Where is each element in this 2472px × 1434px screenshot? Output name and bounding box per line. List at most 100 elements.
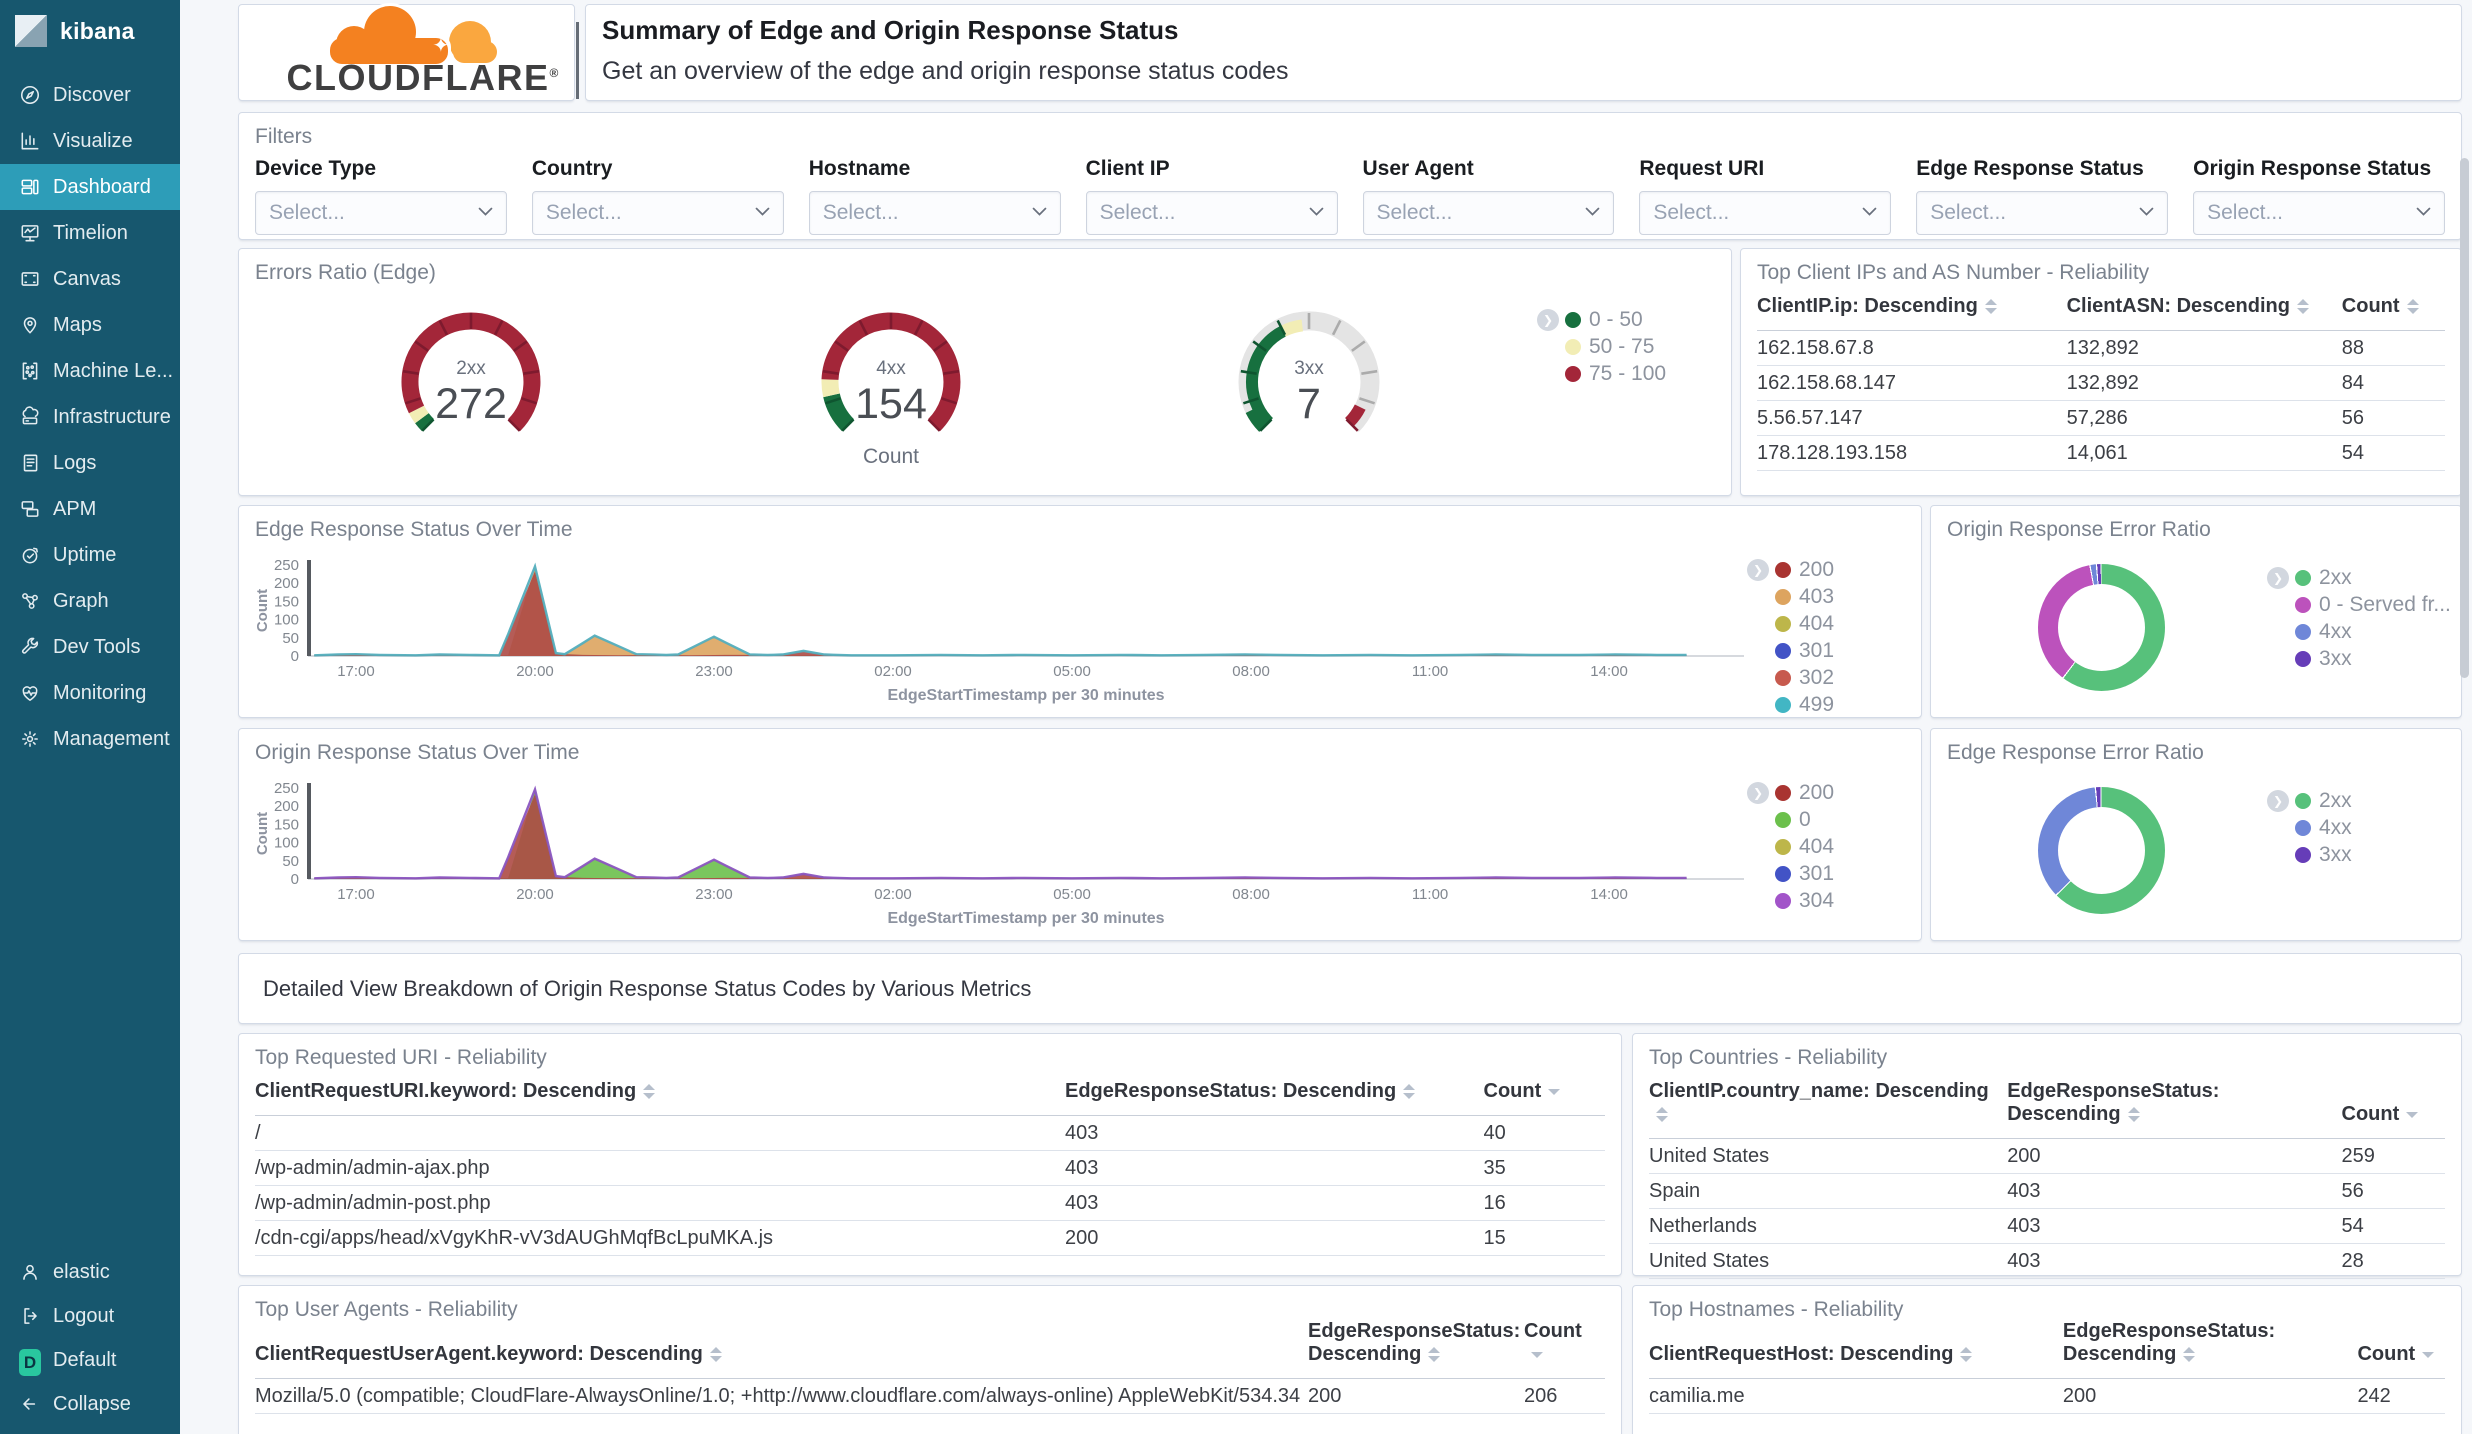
origin-time-panel-legend: ❯ 200 0 404 301 304 [1747, 779, 1834, 914]
sidebar-item-elastic[interactable]: elastic [0, 1250, 180, 1294]
table-cell: 403 [1065, 1115, 1484, 1151]
filter-select-edge-response-status[interactable]: Select... [1916, 191, 2169, 235]
sidebar-item-label: Logs [53, 451, 97, 474]
column-header-edgeresponsestatus-descending[interactable]: EdgeResponseStatus: Descending [1065, 1080, 1484, 1116]
machine-learning-icon [19, 360, 41, 382]
column-header-clientrequesturi-keyword-descending[interactable]: ClientRequestURI.keyword: Descending [255, 1080, 1065, 1116]
sidebar-item-management[interactable]: Management [0, 716, 180, 762]
sidebar-item-maps[interactable]: Maps [0, 302, 180, 348]
legend-color-dot [1775, 784, 1791, 801]
sidebar-item-default[interactable]: D Default [0, 1338, 180, 1382]
table-row: United States 403 28 [1649, 1243, 2445, 1279]
legend-expand-icon[interactable]: ❯ [2267, 566, 2289, 589]
sidebar-item-canvas[interactable]: Canvas [0, 256, 180, 302]
sidebar-item-collapse[interactable]: Collapse [0, 1382, 180, 1426]
table-cell: 35 [1483, 1150, 1605, 1186]
legend-item-499[interactable]: 499 [1775, 691, 1834, 718]
column-header-clientrequesthost-descending[interactable]: ClientRequestHost: Descending [1649, 1320, 2063, 1379]
column-header-clientrequestuseragent-keyword-descending[interactable]: ClientRequestUserAgent.keyword: Descendi… [255, 1320, 1308, 1379]
filter-select-client-ip[interactable]: Select... [1085, 191, 1338, 235]
sidebar-item-logs[interactable]: Logs [0, 440, 180, 486]
svg-text:Count: Count [254, 589, 271, 632]
sidebar-item-monitoring[interactable]: Monitoring [0, 670, 180, 716]
sidebar-item-apm[interactable]: APM [0, 486, 180, 532]
legend-item-404[interactable]: 404 [1775, 610, 1834, 637]
scrollbar-thumb[interactable] [2460, 158, 2469, 678]
sidebar-item-uptime[interactable]: Uptime [0, 532, 180, 578]
sidebar-item-timelion[interactable]: Timelion [0, 210, 180, 256]
legend-item-0[interactable]: 0 [1775, 806, 1834, 833]
legend-item-301[interactable]: 301 [1775, 637, 1834, 664]
legend-item-0-served-fr[interactable]: 0 - Served fr... [2295, 591, 2451, 618]
sidebar-item-visualize[interactable]: Visualize [0, 118, 180, 164]
svg-text:EdgeStartTimestamp per 30 minu: EdgeStartTimestamp per 30 minutes [887, 910, 1164, 927]
origin-error-ratio-donut[interactable] [2038, 564, 2165, 691]
legend-item-4xx[interactable]: 4xx [2295, 814, 2352, 841]
sidebar-item-machine-le[interactable]: Machine Le... [0, 348, 180, 394]
legend-color-dot [1775, 642, 1791, 659]
legend-item-3xx[interactable]: 3xx [2295, 645, 2451, 672]
legend-item-3xx[interactable]: 3xx [2295, 841, 2352, 868]
sidebar-item-dev-tools[interactable]: Dev Tools [0, 624, 180, 670]
column-header-count[interactable]: Count [2357, 1320, 2445, 1379]
legend-expand-icon[interactable]: ❯ [1747, 558, 1769, 581]
column-header-clientip-country-name-descending[interactable]: ClientIP.country_name: Descending [1649, 1080, 2008, 1139]
kibana-logo[interactable]: kibana [0, 0, 180, 62]
svg-text:05:00: 05:00 [1053, 663, 1091, 680]
legend-item-200[interactable]: ❯ 200 [1747, 779, 1834, 806]
top-user-agents-title: Top User Agents - Reliability [255, 1298, 518, 1321]
table-row: Spain 403 56 [1649, 1173, 2445, 1209]
edge-error-ratio-donut[interactable] [2038, 787, 2165, 914]
legend-expand-icon[interactable]: ❯ [2267, 789, 2289, 812]
svg-text:08:00: 08:00 [1232, 886, 1270, 903]
legend-item-75-100[interactable]: 75 - 100 [1565, 360, 1666, 387]
filter-select-hostname[interactable]: Select... [808, 191, 1061, 235]
column-header-clientasn-descending[interactable]: ClientASN: Descending [2066, 295, 2342, 331]
table-cell: 15 [1483, 1220, 1605, 1256]
svg-text:7: 7 [1297, 380, 1321, 428]
edge-response-over-time-title: Edge Response Status Over Time [255, 518, 573, 541]
column-header-clientip-ip-descending[interactable]: ClientIP.ip: Descending [1757, 295, 2067, 331]
legend-expand-icon[interactable]: ❯ [1747, 781, 1769, 804]
legend-item-2xx[interactable]: ❯ 2xx [2267, 564, 2451, 591]
origin-response-error-ratio-title: Origin Response Error Ratio [1947, 518, 2211, 541]
column-header-count[interactable]: Count [1524, 1320, 1605, 1379]
svg-text:272: 272 [435, 380, 507, 428]
svg-text:250: 250 [274, 780, 299, 797]
legend-item-2xx[interactable]: ❯ 2xx [2267, 787, 2352, 814]
legend-item-304[interactable]: 304 [1775, 887, 1834, 914]
sort-desc-icon [2406, 1111, 2419, 1118]
sidebar-item-logout[interactable]: Logout [0, 1294, 180, 1338]
table-cell: /cdn-cgi/apps/head/xVgyKhR-vV3dAUGhMqfBc… [255, 1220, 1065, 1256]
sidebar-item-infrastructure[interactable]: Infrastructure [0, 394, 180, 440]
chevron-down-icon [1585, 204, 1600, 222]
column-header-count[interactable]: Count [1483, 1080, 1605, 1116]
column-header-edgeresponsestatus-descending[interactable]: EdgeResponseStatus: Descending [2007, 1080, 2342, 1139]
sidebar-item-graph[interactable]: Graph [0, 578, 180, 624]
legend-label: 3xx [2319, 842, 2352, 866]
column-header-count[interactable]: Count [2341, 1080, 2445, 1139]
top-countries-title: Top Countries - Reliability [1649, 1046, 1888, 1069]
legend-item-50-75[interactable]: 50 - 75 [1565, 333, 1666, 360]
filter-select-device-type[interactable]: Select... [255, 191, 507, 235]
filter-select-user-agent[interactable]: Select... [1362, 191, 1615, 235]
legend-item-200[interactable]: ❯ 200 [1747, 556, 1834, 583]
filter-select-country[interactable]: Select... [531, 191, 784, 235]
legend-item-301[interactable]: 301 [1775, 860, 1834, 887]
filter-select-request-uri[interactable]: Select... [1639, 191, 1892, 235]
column-header-count[interactable]: Count [2341, 295, 2445, 331]
table-cell: Spain [1649, 1173, 2008, 1209]
filter-select-origin-response-status[interactable]: Select... [2193, 191, 2445, 235]
column-header-edgeresponsestatus-descending[interactable]: EdgeResponseStatus: Descending [1308, 1320, 1524, 1379]
legend-item-403[interactable]: 403 [1775, 583, 1834, 610]
legend-expand-icon[interactable]: ❯ [1537, 308, 1559, 331]
legend-label: 3xx [2319, 646, 2352, 670]
legend-item-4xx[interactable]: 4xx [2295, 618, 2451, 645]
sidebar-item-dashboard[interactable]: Dashboard [0, 164, 180, 210]
legend-item-0-50[interactable]: ❯ 0 - 50 [1537, 306, 1666, 333]
legend-item-302[interactable]: 302 [1775, 664, 1834, 691]
legend-item-404[interactable]: 404 [1775, 833, 1834, 860]
table-cell: camilia.me [1649, 1378, 2063, 1414]
sidebar-item-discover[interactable]: Discover [0, 72, 180, 118]
column-header-edgeresponsestatus-descending[interactable]: EdgeResponseStatus: Descending [2062, 1320, 2358, 1379]
